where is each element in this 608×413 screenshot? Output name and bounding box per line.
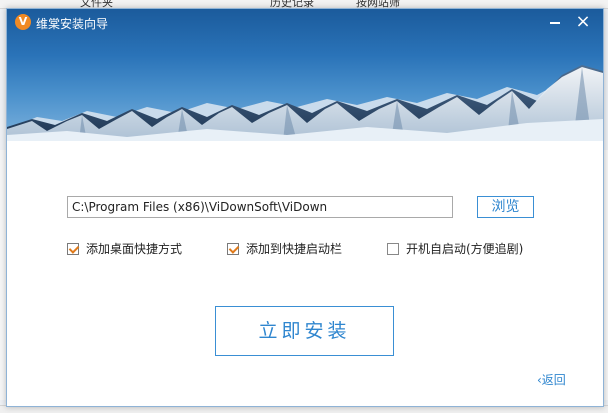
title-bar[interactable]: V 维棠安装向导 × <box>7 9 603 35</box>
desktop-shortcut-checkbox[interactable] <box>67 242 79 255</box>
desktop-shortcut-option[interactable]: 添加桌面快捷方式 <box>67 240 182 256</box>
vidown-logo-icon: V <box>15 14 31 30</box>
window-title: 维棠安装向导 <box>36 17 109 31</box>
minimize-icon <box>550 22 560 24</box>
quick-launch-label: 添加到快捷启动栏 <box>246 242 343 256</box>
close-icon: × <box>575 11 591 32</box>
quick-launch-option[interactable]: 添加到快捷启动栏 <box>227 240 342 256</box>
install-path-input[interactable] <box>67 196 453 218</box>
quick-launch-checkbox[interactable] <box>227 242 239 255</box>
close-button[interactable]: × <box>573 12 593 32</box>
autostart-checkbox[interactable] <box>387 242 399 255</box>
autostart-label: 开机自启动(方便追剧) <box>406 242 524 256</box>
install-now-button[interactable]: 立即安装 <box>215 306 394 356</box>
minimize-button[interactable] <box>545 12 565 32</box>
mountain-banner: V 维棠安装向导 × <box>7 9 603 141</box>
browse-button[interactable]: 浏览 <box>477 196 534 218</box>
back-link[interactable]: ‹返回 <box>537 371 566 388</box>
desktop-shortcut-label: 添加桌面快捷方式 <box>86 242 183 256</box>
autostart-option[interactable]: 开机自启动(方便追剧) <box>387 240 523 256</box>
installer-window: V 维棠安装向导 × 浏览 添加桌面快捷方式 添加到快捷启动栏 开机自启动(方便… <box>6 8 604 407</box>
